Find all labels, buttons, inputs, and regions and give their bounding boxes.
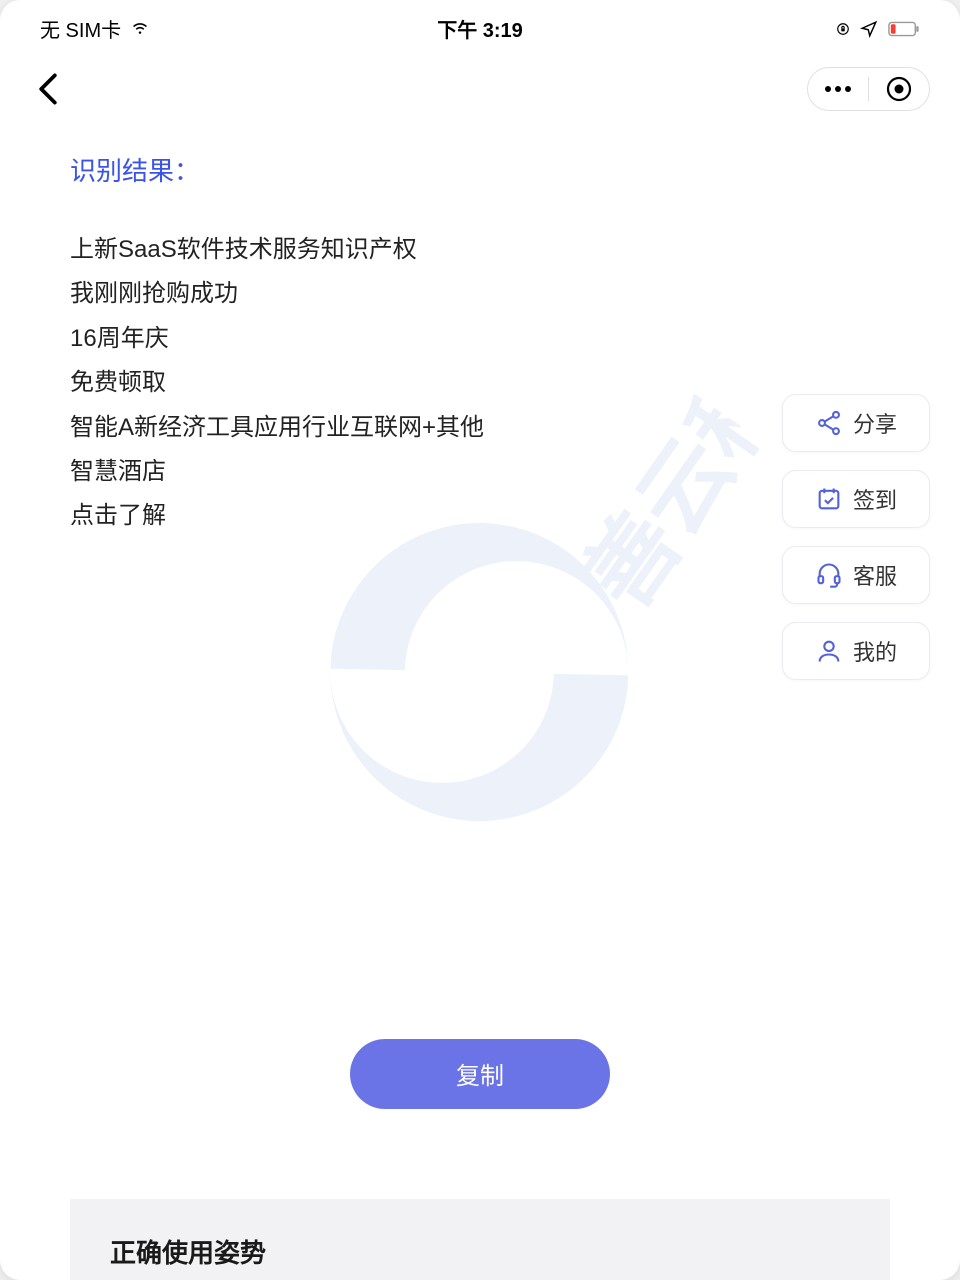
checkin-label: 签到 [853,483,897,515]
result-line: 点击了解 [70,494,890,538]
mine-label: 我的 [853,635,897,667]
tips-section: 正确使用姿势 1.确保图片内文字清晰。 2.拍照时尽量保持被拍物平整摆放、不要斜… [70,1199,890,1280]
status-time: 下午 3:19 [437,14,523,43]
status-right [836,20,920,38]
checkin-button[interactable]: 签到 [782,470,930,528]
target-circle-icon [886,76,912,102]
share-icon [815,409,843,437]
mine-button[interactable]: 我的 [782,622,930,680]
orientation-lock-icon [836,22,850,36]
result-line: 智慧酒店 [70,450,890,494]
service-button[interactable]: 客服 [782,546,930,604]
capsule-close-button[interactable] [869,67,929,111]
tips-title: 正确使用姿势 [110,1233,850,1270]
result-line: 我刚刚抢购成功 [70,272,890,316]
more-dots-icon [824,85,852,93]
share-button[interactable]: 分享 [782,394,930,452]
app-screen: 无 SIM卡 下午 3:19 [0,0,960,1280]
result-line: 免费顿取 [70,361,890,405]
result-line: 上新SaaS软件技术服务知识产权 [70,228,890,272]
status-left: 无 SIM卡 [40,14,151,43]
chevron-left-icon [37,72,59,106]
calendar-check-icon [815,485,843,513]
battery-low-icon [888,21,920,37]
content-area: 识别结果： 上新SaaS软件技术服务知识产权 我刚刚抢购成功 16周年庆 免费顿… [0,131,960,1280]
mini-program-capsule [807,67,930,111]
result-line: 智能A新经济工具应用行业互联网+其他 [70,406,890,450]
nav-bar [0,57,960,131]
copy-button-label: 复制 [456,1056,504,1091]
share-label: 分享 [853,407,897,439]
headset-icon [815,561,843,589]
capsule-menu-button[interactable] [808,67,868,111]
copy-button[interactable]: 复制 [350,1039,610,1109]
location-icon [860,20,878,38]
copy-button-wrap: 复制 [70,1039,890,1109]
back-button[interactable] [30,71,66,107]
result-text: 上新SaaS软件技术服务知识产权 我刚刚抢购成功 16周年庆 免费顿取 智能A新… [70,228,890,539]
result-title: 识别结果： [70,151,890,188]
side-buttons: 分享 签到 客服 我的 [782,394,930,680]
status-bar: 无 SIM卡 下午 3:19 [0,0,960,57]
result-line: 16周年庆 [70,317,890,361]
wifi-icon [129,20,151,38]
sim-status-text: 无 SIM卡 [40,14,121,43]
user-icon [815,637,843,665]
service-label: 客服 [853,559,897,591]
